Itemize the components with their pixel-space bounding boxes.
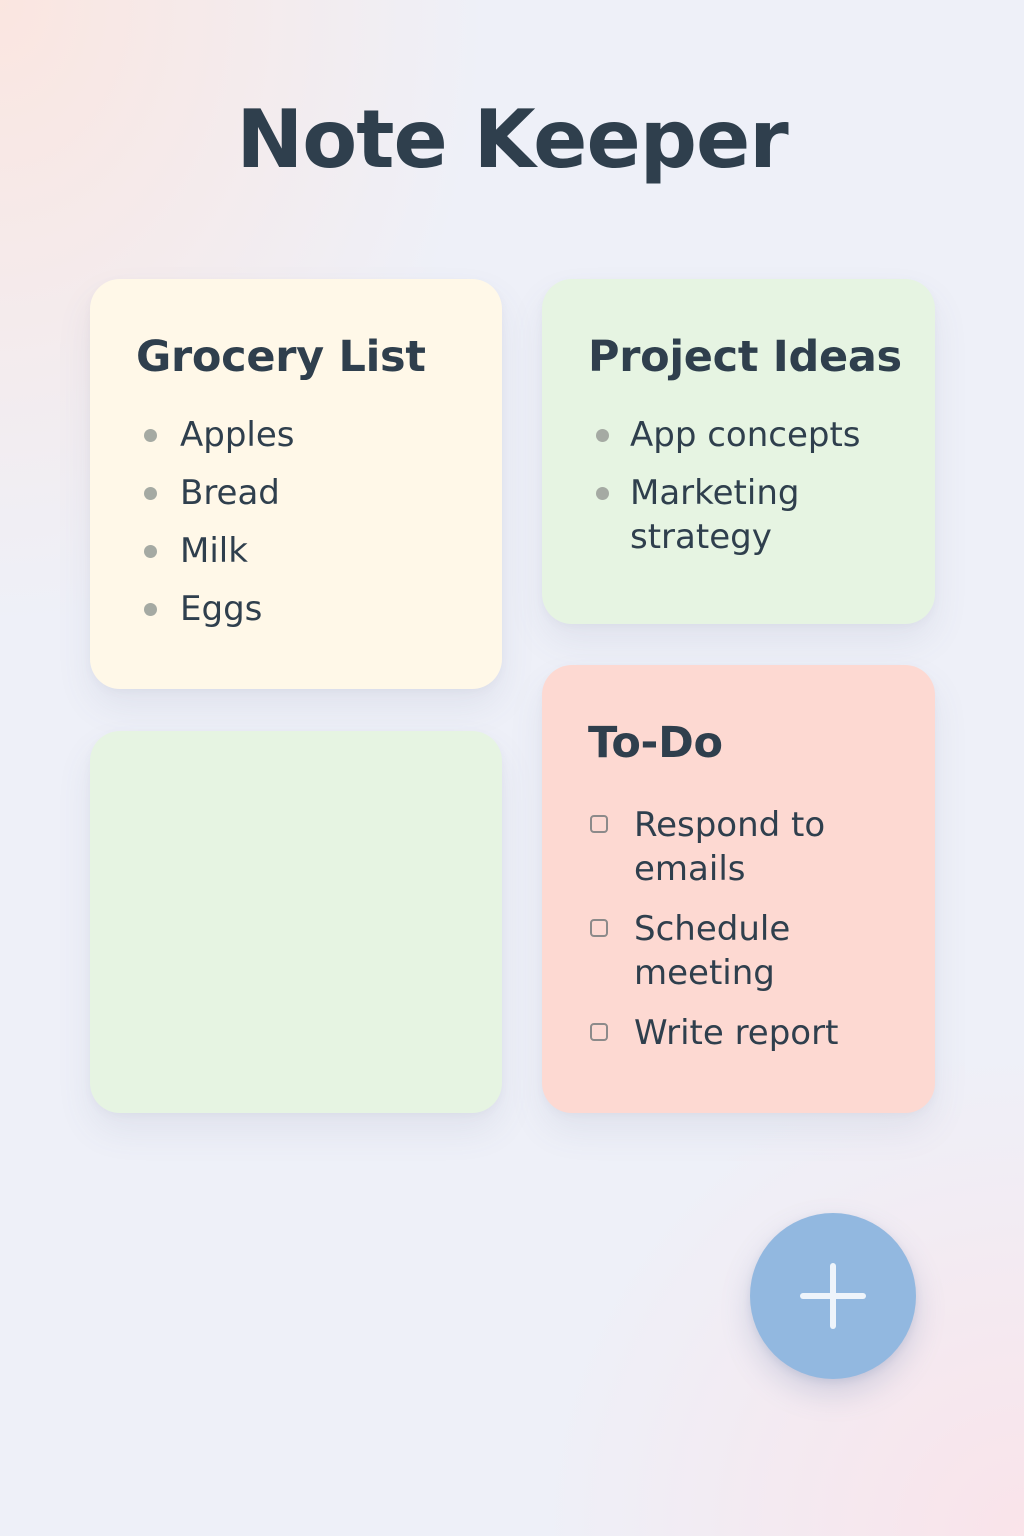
list-item: App concepts: [588, 413, 935, 457]
add-note-button[interactable]: [750, 1213, 916, 1379]
list-item-label: Eggs: [180, 589, 263, 629]
note-card-to-do[interactable]: To-Do Respond to emails Schedule meeting…: [542, 665, 935, 1113]
note-bullet-list: App concepts Marketing strategy: [588, 413, 935, 559]
todo-checklist: Respond to emails Schedule meeting Write…: [588, 803, 935, 1055]
todo-checkbox[interactable]: [590, 815, 608, 833]
list-item: Eggs: [136, 587, 502, 631]
bullet-icon: [144, 487, 157, 500]
bullet-icon: [144, 429, 157, 442]
list-item-label: App concepts: [630, 415, 861, 455]
list-item-label: Marketing strategy: [630, 473, 800, 557]
bullet-icon: [596, 487, 609, 500]
note-card-empty[interactable]: [90, 731, 502, 1113]
note-card-project-ideas[interactable]: Project Ideas App concepts Marketing str…: [542, 279, 935, 624]
list-item: Milk: [136, 529, 502, 573]
bullet-icon: [144, 603, 157, 616]
todo-item-label: Write report: [634, 1013, 839, 1053]
todo-item: Respond to emails: [588, 803, 935, 891]
list-item: Apples: [136, 413, 502, 457]
list-item-label: Apples: [180, 415, 295, 455]
note-title: To-Do: [588, 718, 723, 768]
todo-item: Schedule meeting: [588, 907, 935, 995]
list-item-label: Bread: [180, 473, 280, 513]
list-item: Marketing strategy: [588, 471, 935, 559]
todo-checkbox[interactable]: [590, 919, 608, 937]
note-title: Grocery List: [136, 332, 426, 382]
todo-item-label: Schedule meeting: [634, 909, 791, 993]
bullet-icon: [144, 545, 157, 558]
bullet-icon: [596, 429, 609, 442]
app-title: Note Keeper: [236, 93, 788, 186]
list-item: Bread: [136, 471, 502, 515]
note-card-grocery-list[interactable]: Grocery List Apples Bread Milk Eggs: [90, 279, 502, 689]
todo-checkbox[interactable]: [590, 1023, 608, 1041]
todo-item-label: Respond to emails: [634, 805, 826, 889]
note-bullet-list: Apples Bread Milk Eggs: [136, 413, 502, 631]
plus-icon: [800, 1263, 866, 1329]
todo-item: Write report: [588, 1011, 935, 1055]
list-item-label: Milk: [180, 531, 248, 571]
note-title: Project Ideas: [588, 332, 902, 382]
